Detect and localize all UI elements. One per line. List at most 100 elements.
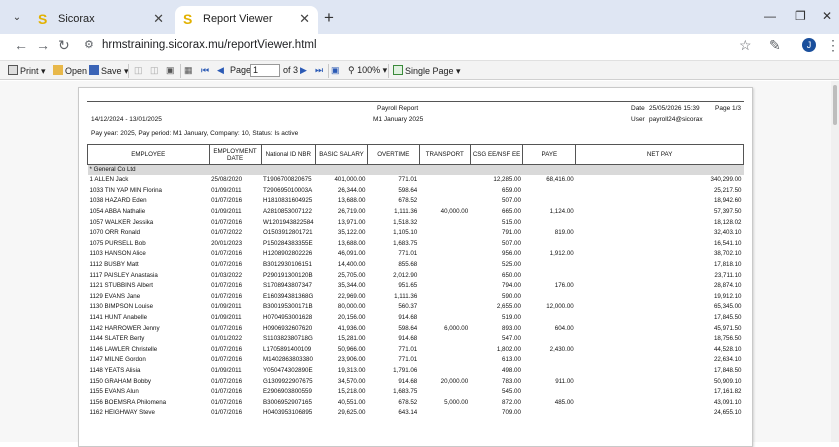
site-info-icon[interactable]: ⚙ — [84, 38, 94, 51]
table-row: 1144 SLATER Berty 01/01/2022 S110382380718… — [88, 333, 744, 344]
table-cell — [419, 270, 470, 281]
table-cell: 40,000.00 — [440, 208, 469, 216]
page-count-label: of 3 — [283, 65, 299, 75]
column-header: OVERTIME — [366, 144, 420, 165]
table-cell: 01/07/2016 — [211, 197, 243, 205]
zoom-dropdown[interactable]: ⚲ 100% ▾ — [348, 65, 387, 76]
table-cell: 547.00 — [502, 335, 521, 343]
table-cell: 01/09/2011 — [211, 314, 242, 322]
table-cell: 1057 WALKER Jessika — [89, 218, 154, 226]
scrollbar-thumb[interactable] — [833, 85, 837, 125]
print-label: Print — [20, 66, 39, 76]
table-cell: 13,688.00 — [337, 197, 366, 205]
table-cell: 28,874.10 — [713, 282, 742, 290]
new-tab-icon[interactable]: + — [324, 8, 334, 28]
profile-avatar[interactable]: J — [802, 38, 816, 52]
previous-page-icon[interactable]: ◀ — [217, 65, 224, 76]
table-cell — [419, 302, 470, 313]
table-cell: 45,971.50 — [713, 324, 742, 332]
table-cell: 519.00 — [502, 314, 521, 322]
save-button[interactable]: Save ▾ — [89, 65, 129, 77]
table-cell — [419, 408, 470, 419]
vertical-scrollbar[interactable] — [831, 81, 839, 442]
table-cell: O1503912801721 — [263, 229, 313, 237]
table-cell — [523, 270, 576, 281]
table-cell: 01/03/2022 — [211, 271, 243, 279]
print-button[interactable]: Print ▾ — [8, 65, 46, 77]
table-row: 1162 HEIGHWAY Steve 01/07/2016 H0403953106… — [88, 408, 744, 419]
table-cell: 678.52 — [398, 398, 418, 406]
table-cell: 783.00 — [502, 377, 521, 385]
table-cell: 01/07/2016 — [211, 324, 243, 332]
table-cell: 22,969.00 — [337, 292, 366, 300]
next-page-icon[interactable]: ▶ — [300, 65, 307, 76]
table-cell: 485.00 — [554, 398, 574, 406]
table-cell — [419, 386, 470, 397]
table-row: 1150 GRAHAM Bobby 01/07/2016 G130992290767… — [88, 376, 744, 387]
table-cell: B3006952907165 — [263, 398, 312, 406]
table-row: 1038 HAZARD Eden 01/07/2016 H1810831604925… — [88, 196, 744, 207]
table-cell: 01/07/2016 — [211, 292, 243, 300]
table-cell: T290695010003A — [263, 186, 313, 194]
table-cell: 650.00 — [502, 271, 521, 279]
table-cell: 507.00 — [502, 239, 521, 247]
tab-search-chevron-icon[interactable]: ⌄ — [8, 9, 26, 27]
extensions-icon[interactable]: ✎ — [769, 37, 781, 54]
find-icon[interactable]: ▣ — [166, 65, 175, 76]
report-page: 14/12/2024 - 13/01/2025 Payroll Report M… — [78, 87, 753, 447]
table-cell: B3012930106151 — [263, 261, 312, 269]
toolbar-divider — [180, 64, 181, 78]
browser-tab-report-viewer[interactable]: S Report Viewer ✕ — [175, 6, 318, 34]
forward-icon[interactable]: → — [36, 37, 50, 53]
table-cell: 659.00 — [502, 186, 521, 194]
table-cell — [523, 386, 576, 397]
table-cell: 914.68 — [398, 314, 418, 322]
table-row: 1033 TIN YAP MIN Florina 01/09/2011 T29069… — [88, 185, 744, 196]
table-cell: 20/01/2023 — [211, 239, 243, 247]
close-tab-icon[interactable]: ✕ — [299, 11, 310, 27]
thumbnails-icon[interactable]: ▦ — [184, 65, 193, 76]
table-cell: 340,299.00 — [710, 176, 742, 184]
report-date-value: 25/05/2026 15:39 — [649, 105, 700, 112]
minimize-icon[interactable]: — — [764, 9, 776, 23]
table-cell — [523, 217, 576, 228]
close-tab-icon[interactable]: ✕ — [153, 11, 164, 27]
fit-page-icon[interactable]: ▣ — [331, 65, 340, 76]
copy-icon[interactable]: ◫ — [134, 65, 143, 76]
table-cell: 1129 EVANS Jane — [89, 292, 141, 300]
table-cell: 1,518.32 — [393, 218, 418, 226]
first-page-icon[interactable]: ⏮ — [201, 65, 209, 76]
bookmark-star-icon[interactable]: ☆ — [739, 37, 752, 54]
table-cell: 176.00 — [554, 282, 574, 290]
table-cell — [523, 238, 576, 249]
url-field[interactable]: hrmstraining.sicorax.mu/reportViewer.htm… — [102, 39, 317, 51]
table-cell: 643.14 — [398, 409, 418, 417]
table-cell: 1,111.36 — [394, 292, 418, 300]
restore-icon[interactable]: ❐ — [795, 9, 806, 23]
report-user-label: User — [631, 116, 645, 123]
table-cell — [523, 185, 576, 196]
column-header: BASIC SALARY — [315, 144, 368, 165]
paste-icon[interactable]: ◫ — [150, 65, 159, 76]
table-cell: 01/07/2016 — [211, 409, 243, 417]
column-header: CSG EE/NSF EE — [469, 144, 524, 165]
table-cell — [419, 312, 470, 323]
table-row: 1103 HANSON Alice 01/07/2016 H120890280222… — [88, 249, 744, 260]
table-cell: 771.01 — [398, 356, 418, 364]
table-row: 1156 BOEMSRA Philomena 01/07/2016 B3006952… — [88, 397, 744, 408]
table-cell — [419, 217, 470, 228]
browser-tab-sicorax[interactable]: S Sicorax ✕ — [30, 6, 172, 34]
back-icon[interactable]: ← — [14, 37, 28, 53]
open-button[interactable]: Open — [53, 65, 87, 76]
table-cell: H1810831604925 — [263, 197, 313, 205]
table-row: 1146 LAWLER Christelle 01/07/2016 L1705891… — [88, 344, 744, 355]
last-page-icon[interactable]: ⏭ — [315, 65, 323, 76]
view-mode-dropdown[interactable]: Single Page ▾ — [393, 65, 461, 77]
close-window-icon[interactable]: ✕ — [822, 9, 832, 23]
table-cell: 17,818.10 — [713, 261, 742, 269]
browser-menu-icon[interactable]: ⋮ — [826, 37, 839, 54]
table-cell: 46,091.00 — [337, 250, 366, 258]
reload-icon[interactable]: ↻ — [58, 37, 70, 54]
page-number-input[interactable]: 1 — [250, 64, 280, 77]
toolbar-divider — [328, 64, 329, 78]
